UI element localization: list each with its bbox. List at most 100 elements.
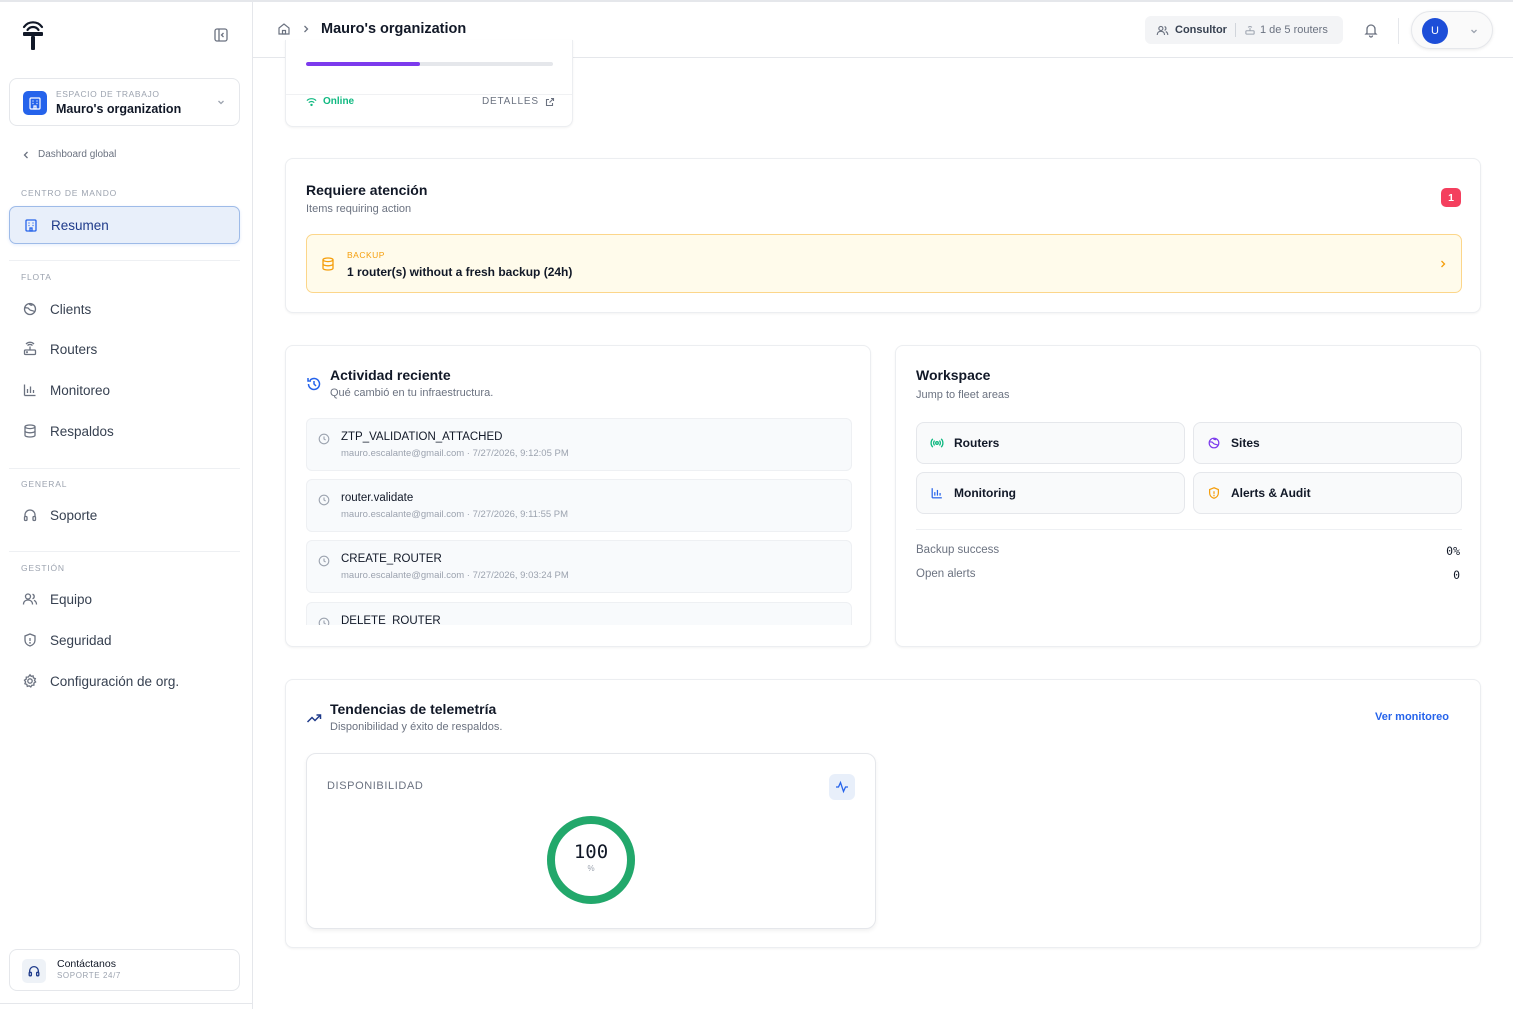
global-dashboard-link[interactable]: Dashboard global	[22, 149, 116, 160]
sidebar-item-label: Seguridad	[50, 632, 112, 648]
sidebar-item-summary[interactable]: Resumen	[9, 206, 240, 244]
sidebar-divider	[9, 260, 240, 261]
activity-title: Actividad reciente	[330, 367, 451, 383]
trending-up-icon	[306, 710, 322, 726]
activity-list[interactable]: ZTP_VALIDATION_ATTACHED mauro.escalante@…	[306, 418, 852, 625]
sidebar-item-support[interactable]: Soporte	[9, 496, 240, 534]
clock-icon	[318, 555, 330, 567]
router-progress-fill	[306, 62, 420, 66]
sidebar-item-label: Routers	[50, 341, 98, 357]
backup-success-label: Backup success	[916, 544, 1000, 556]
attention-subtitle: Items requiring action	[306, 203, 412, 215]
sidebar-collapse-icon[interactable]	[212, 26, 230, 44]
workspace-link-alerts[interactable]: Alerts & Audit	[1193, 472, 1462, 514]
sidebar-item-monitoring[interactable]: Monitoreo	[9, 371, 240, 409]
router-icon	[23, 341, 37, 356]
workspace-link-monitoring[interactable]: Monitoring	[916, 472, 1185, 514]
activity-meta: mauro.escalante@gmail.com · 7/27/2026, 9…	[341, 448, 569, 459]
app-logo[interactable]	[20, 18, 46, 52]
workspace-switcher[interactable]: ESPACIO DE TRABAJO Mauro's organization	[9, 78, 240, 126]
activity-name: router.validate	[341, 492, 414, 504]
building-icon	[23, 91, 47, 115]
avatar: U	[1422, 18, 1448, 44]
workspace-divider	[916, 529, 1462, 530]
user-menu-button[interactable]: U	[1411, 11, 1493, 49]
home-icon[interactable]	[277, 22, 291, 36]
chevron-right-icon	[1438, 258, 1448, 270]
sidebar-item-org-settings[interactable]: Configuración de org.	[9, 662, 240, 700]
sidebar-item-clients[interactable]: Clients	[9, 290, 240, 328]
workspace-link-label: Alerts & Audit	[1231, 486, 1311, 500]
sidebar-item-label: Soporte	[50, 507, 98, 523]
router-progress-bar	[306, 62, 553, 66]
sidebar-item-routers[interactable]: Routers	[9, 330, 240, 368]
sidebar-item-label: Respaldos	[50, 423, 114, 439]
activity-item[interactable]: ZTP_VALIDATION_ATTACHED mauro.escalante@…	[306, 418, 852, 471]
sidebar: ESPACIO DE TRABAJO Mauro's organization …	[0, 2, 253, 1009]
header-divider	[1398, 18, 1399, 44]
backup-success-value: 0%	[1446, 544, 1460, 558]
section-label-management: GESTIÓN	[21, 563, 65, 573]
chevron-left-icon	[23, 151, 28, 158]
attention-card: Requiere atención Items requiring action…	[285, 158, 1481, 313]
workspace-link-sites[interactable]: Sites	[1193, 422, 1462, 464]
building-icon	[25, 219, 37, 232]
sidebar-bottom-border	[0, 1003, 253, 1004]
contact-title: Contáctanos	[57, 958, 116, 970]
backup-alert-item[interactable]: BACKUP 1 router(s) without a fresh backu…	[306, 234, 1462, 293]
view-monitoring-link[interactable]: Ver monitoreo	[1375, 711, 1449, 723]
router-status-label: Online	[323, 96, 355, 107]
activity-name: CREATE_ROUTER	[341, 553, 442, 565]
globe-icon	[1208, 437, 1220, 449]
shield-icon	[24, 633, 36, 647]
activity-pulse-icon[interactable]	[829, 774, 855, 800]
workspace-card: Workspace Jump to fleet areas Routers Si…	[895, 345, 1481, 647]
router-status: Online	[306, 96, 354, 107]
open-alerts-label: Open alerts	[916, 568, 976, 580]
workspace-subtitle: Jump to fleet areas	[916, 389, 1010, 401]
alert-category: BACKUP	[347, 250, 385, 260]
workspace-label: ESPACIO DE TRABAJO	[56, 89, 160, 99]
sidebar-item-label: Clients	[50, 301, 92, 317]
activity-item[interactable]: DELETE_ROUTER	[306, 602, 852, 625]
sidebar-item-label: Configuración de org.	[50, 673, 180, 689]
alert-text: 1 router(s) without a fresh backup (24h)	[347, 265, 573, 279]
sidebar-divider	[9, 468, 240, 469]
telemetry-subtitle: Disponibilidad y éxito de respaldos.	[330, 721, 503, 733]
role-name: Consultor	[1175, 24, 1227, 36]
activity-meta: mauro.escalante@gmail.com · 7/27/2026, 9…	[341, 570, 569, 581]
history-icon	[306, 376, 322, 392]
database-icon	[24, 424, 36, 438]
role-badge: Consultor 1 de 5 routers	[1145, 16, 1343, 44]
workspace-title: Workspace	[916, 367, 991, 383]
section-label-fleet: FLOTA	[21, 272, 52, 282]
router-quota: 1 de 5 routers	[1259, 24, 1328, 36]
sidebar-item-backups[interactable]: Respaldos	[9, 412, 240, 450]
sidebar-item-security[interactable]: Seguridad	[9, 621, 240, 659]
router-icon	[1245, 26, 1255, 35]
users-icon	[22, 593, 38, 605]
global-dashboard-label: Dashboard global	[38, 149, 117, 160]
availability-label: DISPONIBILIDAD	[327, 780, 424, 792]
bar-chart-icon	[931, 488, 942, 499]
availability-card: DISPONIBILIDAD 100 %	[306, 753, 876, 929]
sidebar-item-label: Equipo	[50, 591, 93, 607]
workspace-link-routers[interactable]: Routers	[916, 422, 1185, 464]
shield-alert-icon	[1209, 487, 1219, 499]
attention-title: Requiere atención	[306, 182, 428, 198]
availability-unit: %	[587, 864, 595, 873]
activity-item[interactable]: CREATE_ROUTER mauro.escalante@gmail.com …	[306, 540, 852, 593]
gear-icon	[23, 673, 37, 688]
activity-item[interactable]: router.validate mauro.escalante@gmail.co…	[306, 479, 852, 532]
workspace-link-label: Monitoring	[954, 486, 1016, 500]
sidebar-item-team[interactable]: Equipo	[9, 580, 240, 618]
router-details-link[interactable]: DETALLES	[482, 96, 555, 107]
users-icon	[1156, 25, 1169, 35]
open-alerts-value: 0	[1453, 568, 1460, 582]
bell-icon[interactable]	[1363, 22, 1379, 38]
sidebar-divider	[9, 551, 240, 552]
contact-support-card[interactable]: Contáctanos SOPORTE 24/7	[9, 949, 240, 991]
clock-icon	[318, 494, 330, 506]
telemetry-card: Tendencias de telemetría Disponibilidad …	[285, 679, 1481, 948]
wifi-icon	[306, 97, 317, 106]
